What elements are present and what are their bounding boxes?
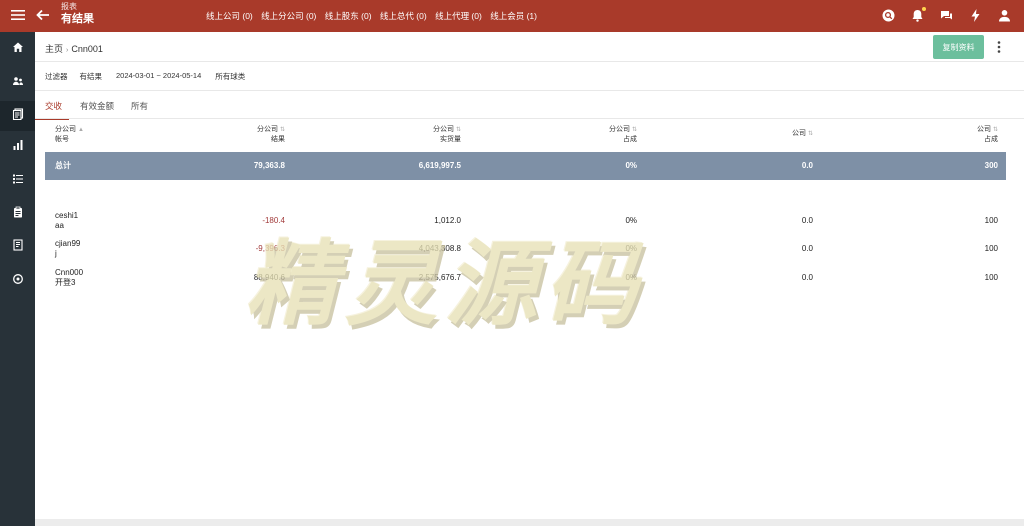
list-icon	[12, 172, 24, 190]
share-cell: 0%	[625, 273, 637, 282]
sidebar-item-book[interactable]	[0, 232, 35, 262]
bar-chart-icon	[12, 138, 24, 156]
report-icon	[12, 107, 24, 125]
table-row[interactable]: ceshi1 aa -180.4 1,012.0 0% 0.0 100	[45, 207, 1006, 235]
share-cell: 0%	[625, 216, 637, 225]
bell-icon[interactable]	[910, 7, 926, 23]
sidebar-item-charts[interactable]	[0, 132, 35, 162]
users-icon	[12, 74, 24, 92]
stat-online-company[interactable]: 线上公司 (0)	[206, 11, 253, 21]
total-result: 79,363.8	[253, 161, 285, 170]
breadcrumb-current: Cnn001	[71, 44, 103, 54]
filter-game-type[interactable]: 所有球类	[215, 71, 245, 82]
total-label: 总计	[55, 161, 71, 170]
lightning-icon[interactable]	[968, 8, 983, 23]
tab-settlement[interactable]: 交收	[45, 100, 62, 112]
stat-online-general-agent[interactable]: 线上总代 (0)	[380, 11, 427, 21]
user-icon[interactable]	[997, 8, 1012, 23]
stat-online-shareholder[interactable]: 线上股东 (0)	[325, 11, 372, 21]
sidebar-item-clipboard[interactable]	[0, 199, 35, 229]
volume-cell: 2,575,676.7	[418, 273, 461, 282]
stat-online-agent[interactable]: 线上代理 (0)	[435, 11, 482, 21]
sidebar-item-list[interactable]	[0, 166, 35, 196]
book-icon	[12, 238, 24, 256]
sidebar-item-settings[interactable]	[0, 266, 35, 296]
account-cell[interactable]: ceshi1 aa	[55, 211, 78, 231]
total-volume: 6,619,997.5	[418, 161, 461, 170]
company-cell: 0.0	[801, 244, 813, 253]
company-share-cell: 100	[984, 244, 998, 253]
column-header-volume[interactable]: 分公司 ⇅ 实货量	[421, 125, 461, 144]
table-total-row: 总计 79,363.8 6,619,997.5 0% 0.0 300	[45, 152, 1006, 180]
result-cell: -180.4	[262, 216, 285, 225]
home-icon	[12, 40, 24, 58]
notification-badge	[922, 7, 926, 11]
horizontal-scrollbar[interactable]	[35, 519, 1024, 526]
page-subtitle: 报表	[61, 2, 77, 11]
account-cell[interactable]: Cnn000 开登3	[55, 268, 83, 288]
online-stats: 线上公司 (0) 线上分公司 (0) 线上股东 (0) 线上总代 (0) 线上代…	[206, 10, 543, 22]
total-company: 0.0	[801, 161, 813, 170]
page-title-block: 报表 有结果	[61, 3, 94, 25]
result-cell: 88,940.6	[253, 273, 285, 282]
sidebar	[0, 32, 35, 526]
sort-icon: ⇅	[455, 127, 461, 133]
breadcrumb-home[interactable]: 主页	[45, 44, 63, 54]
total-company-share: 300	[984, 161, 998, 170]
sort-asc-icon: ▲	[78, 127, 84, 133]
tab-all[interactable]: 所有	[131, 100, 148, 112]
header-icons	[881, 7, 1012, 23]
tab-valid-amount[interactable]: 有效金额	[80, 100, 114, 112]
chat-icon[interactable]	[939, 8, 954, 23]
search-icon[interactable]	[881, 8, 896, 23]
sidebar-item-users[interactable]	[0, 68, 35, 98]
column-header-share[interactable]: 分公司 ⇅ 占成	[597, 125, 637, 144]
table-row[interactable]: Cnn000 开登3 88,940.6 2,575,676.7 0% 0.0 10…	[45, 264, 1006, 292]
column-header-result[interactable]: 分公司 ⇅ 结果	[245, 125, 285, 144]
divider	[35, 118, 1024, 119]
company-cell: 0.0	[801, 216, 813, 225]
volume-cell: 4,043,308.8	[418, 244, 461, 253]
stat-online-member[interactable]: 线上会员 (1)	[490, 11, 537, 21]
column-header-company-share[interactable]: 公司 ⇅ 占成	[958, 125, 998, 144]
company-share-cell: 100	[984, 216, 998, 225]
breadcrumb: 主页 › Cnn001	[45, 42, 103, 55]
clipboard-icon	[12, 205, 24, 223]
column-header-company[interactable]: 公司 ⇅	[783, 129, 813, 139]
breadcrumb-separator-icon: ›	[66, 47, 69, 54]
account-cell[interactable]: cjian99 j	[55, 239, 80, 259]
sidebar-item-reports[interactable]	[0, 101, 35, 131]
stat-online-branch[interactable]: 线上分公司 (0)	[261, 11, 316, 21]
company-cell: 0.0	[801, 273, 813, 282]
filter-date-range[interactable]: 2024-03-01 ~ 2024-05-14	[116, 71, 201, 82]
volume-cell: 1,012.0	[434, 216, 461, 225]
sort-icon: ⇅	[279, 127, 285, 133]
back-arrow-icon[interactable]	[34, 6, 52, 24]
main-content: 主页 › Cnn001 复制资料 过滤器 有结果 2024-03-01 ~ 2024…	[35, 32, 1024, 526]
filter-bar: 过滤器 有结果 2024-03-01 ~ 2024-05-14 所有球类	[45, 71, 259, 82]
divider	[35, 61, 1024, 62]
result-cell: -9,396.3	[255, 244, 285, 253]
sort-icon: ⇅	[992, 127, 998, 133]
copy-data-button[interactable]: 复制资料	[933, 35, 984, 59]
sort-icon: ⇅	[807, 131, 813, 137]
company-share-cell: 100	[984, 273, 998, 282]
column-header-account[interactable]: 分公司 ▲ 帐号	[55, 125, 84, 144]
sort-icon: ⇅	[631, 127, 637, 133]
sidebar-item-home[interactable]	[0, 34, 35, 64]
filter-result[interactable]: 有结果	[80, 71, 103, 82]
menu-icon[interactable]	[10, 7, 26, 23]
more-vertical-icon[interactable]	[993, 39, 1005, 55]
top-app-bar: 报表 有结果 线上公司 (0) 线上分公司 (0) 线上股东 (0) 线上总代 …	[0, 0, 1024, 32]
gear-icon	[12, 272, 24, 290]
filter-label: 过滤器	[45, 72, 68, 81]
divider	[35, 90, 1024, 91]
total-share: 0%	[625, 161, 637, 170]
share-cell: 0%	[625, 244, 637, 253]
page-title: 有结果	[61, 13, 94, 25]
table-row[interactable]: cjian99 j -9,396.3 4,043,308.8 0% 0.0 100	[45, 235, 1006, 263]
